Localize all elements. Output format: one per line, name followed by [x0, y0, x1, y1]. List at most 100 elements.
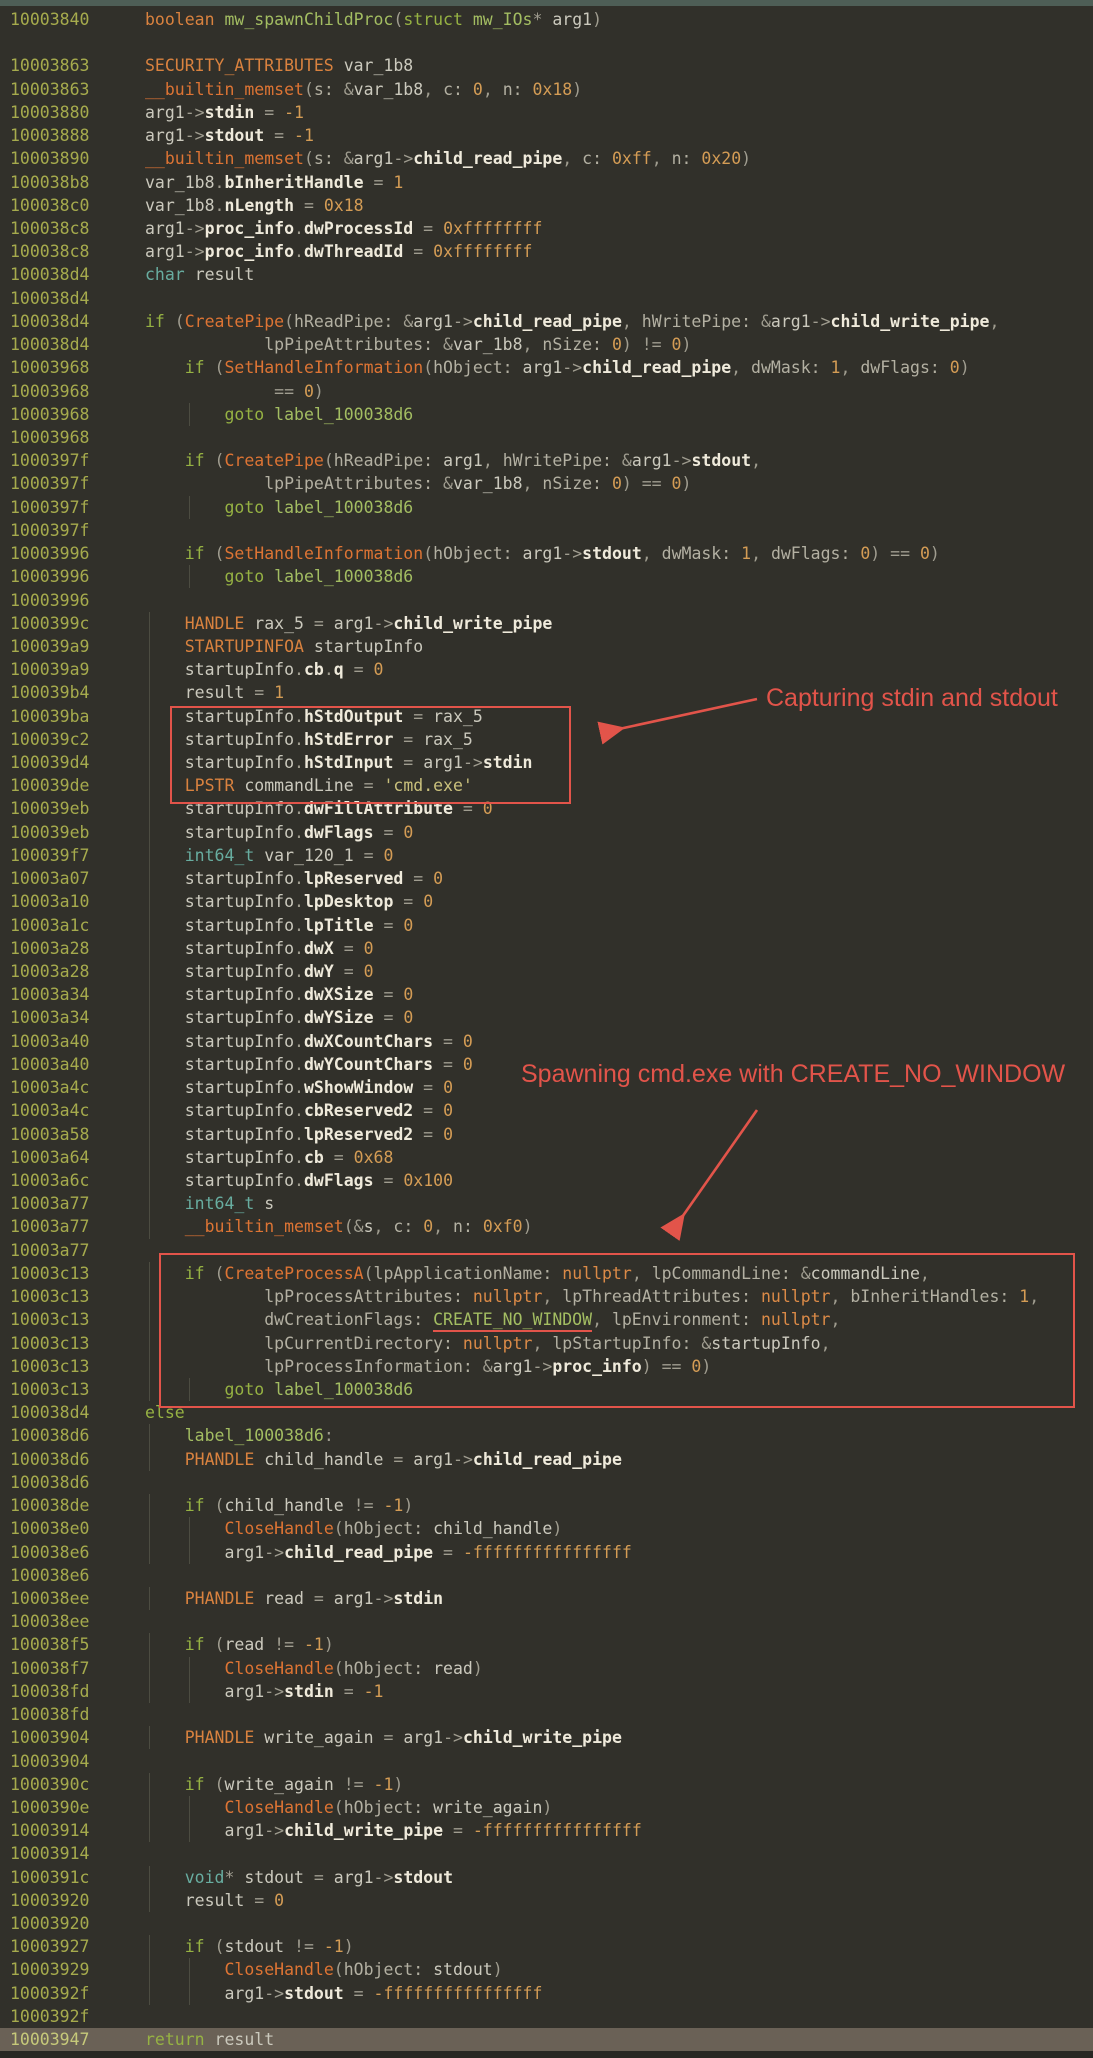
code-text: goto label_100038d6	[145, 403, 413, 426]
code-line[interactable]: 10003920	[0, 1912, 1093, 1935]
code-text: result = 1	[145, 681, 284, 704]
code-line[interactable]: 100038fd arg1->stdin = -1	[0, 1680, 1093, 1703]
code-line[interactable]: 10003863SECURITY_ATTRIBUTES var_1b8	[0, 54, 1093, 77]
code-line[interactable]: 100038e6	[0, 1564, 1093, 1587]
code-text: arg1->child_write_pipe = -ffffffffffffff…	[145, 1819, 642, 1842]
address-label: 10003914	[10, 1842, 89, 1865]
address-label: 100039c2	[10, 728, 89, 751]
code-line[interactable]: 10003904 PHANDLE write_again = arg1->chi…	[0, 1726, 1093, 1749]
code-line[interactable]: 1000391c void* stdout = arg1->stdout	[0, 1866, 1093, 1889]
address-label: 10003a6c	[10, 1169, 89, 1192]
code-line[interactable]: 10003a34 startupInfo.dwYSize = 0	[0, 1006, 1093, 1029]
address-label: 10003888	[10, 124, 89, 147]
code-line[interactable]: 1000397f if (CreatePipe(hReadPipe: arg1,…	[0, 449, 1093, 472]
code-line[interactable]: 100038d4char result	[0, 263, 1093, 286]
code-text: CloseHandle(hObject: child_handle)	[145, 1517, 562, 1540]
code-line[interactable]: 10003a10 startupInfo.lpDesktop = 0	[0, 890, 1093, 913]
code-line[interactable]: 1000390c if (write_again != -1)	[0, 1773, 1093, 1796]
code-line[interactable]: 100038d6 PHANDLE child_handle = arg1->ch…	[0, 1448, 1093, 1471]
code-line[interactable]: 10003a6c startupInfo.dwFlags = 0x100	[0, 1169, 1093, 1192]
code-line[interactable]: 100038ee PHANDLE read = arg1->stdin	[0, 1587, 1093, 1610]
address-label: 10003c13	[10, 1355, 89, 1378]
address-label: 100038d6	[10, 1424, 89, 1447]
code-line[interactable]: 10003a4c startupInfo.cbReserved2 = 0	[0, 1099, 1093, 1122]
code-line[interactable]: 1000397f	[0, 519, 1093, 542]
code-line[interactable]: 10003929 CloseHandle(hObject: stdout)	[0, 1958, 1093, 1981]
code-line[interactable]: 100039a9 startupInfo.cb.q = 0	[0, 658, 1093, 681]
code-line[interactable]: 10003996 if (SetHandleInformation(hObjec…	[0, 542, 1093, 565]
code-line[interactable]: 1000397f goto label_100038d6	[0, 496, 1093, 519]
code-line[interactable]: 1000392f	[0, 2005, 1093, 2028]
code-line[interactable]: 100038d6 label_100038d6:	[0, 1424, 1093, 1447]
code-line[interactable]: 10003863__builtin_memset(s: &var_1b8, c:…	[0, 78, 1093, 101]
code-text: return result	[145, 2028, 274, 2051]
code-line[interactable]: 100038d6	[0, 1471, 1093, 1494]
code-line[interactable]: 10003904	[0, 1750, 1093, 1773]
code-line[interactable]: 10003840boolean mw_spawnChildProc(struct…	[0, 8, 1093, 31]
code-line[interactable]: 10003968 goto label_100038d6	[0, 403, 1093, 426]
code-line[interactable]: 10003996	[0, 589, 1093, 612]
address-label: 10003904	[10, 1726, 89, 1749]
address-label: 10003863	[10, 78, 89, 101]
code-line[interactable]: 10003a07 startupInfo.lpReserved = 0	[0, 867, 1093, 890]
code-line[interactable]: 100038f5 if (read != -1)	[0, 1633, 1093, 1656]
code-line[interactable]: 100038c8arg1->proc_info.dwProcessId = 0x…	[0, 217, 1093, 240]
code-line[interactable]: 10003880arg1->stdin = -1	[0, 101, 1093, 124]
code-text: startupInfo.dwYCountChars = 0	[145, 1053, 473, 1076]
code-line[interactable]: 100038c8arg1->proc_info.dwThreadId = 0xf…	[0, 240, 1093, 263]
code-line[interactable]: 10003a58 startupInfo.lpReserved2 = 0	[0, 1123, 1093, 1146]
code-line[interactable]: 10003968 == 0)	[0, 380, 1093, 403]
code-line[interactable]: 10003968	[0, 426, 1093, 449]
code-line[interactable]: 10003a77 int64_t s	[0, 1192, 1093, 1215]
code-line[interactable]: 10003a40 startupInfo.dwXCountChars = 0	[0, 1030, 1093, 1053]
code-line[interactable]: 10003968 if (SetHandleInformation(hObjec…	[0, 356, 1093, 379]
annotation-text-capturing-stdio: Capturing stdin and stdout	[766, 684, 1058, 713]
code-text: var_1b8.nLength = 0x18	[145, 194, 364, 217]
code-line[interactable]: 1000392f arg1->stdout = -fffffffffffffff…	[0, 1982, 1093, 2005]
code-text: if (CreatePipe(hReadPipe: arg1, hWritePi…	[145, 449, 761, 472]
address-label: 10003947	[10, 2028, 89, 2051]
decompiler-view: 10003840boolean mw_spawnChildProc(struct…	[0, 0, 1093, 2058]
code-text: lpPipeAttributes: &var_1b8, nSize: 0) !=…	[145, 333, 691, 356]
code-line[interactable]: 100038fd	[0, 1703, 1093, 1726]
code-line[interactable]: 100038d4if (CreatePipe(hReadPipe: &arg1-…	[0, 310, 1093, 333]
code-line[interactable]: 10003996 goto label_100038d6	[0, 565, 1093, 588]
code-line[interactable]: 100039a9 STARTUPINFOA startupInfo	[0, 635, 1093, 658]
code-line[interactable]: 10003a64 startupInfo.cb = 0x68	[0, 1146, 1093, 1169]
code-line[interactable]: 100038c0var_1b8.nLength = 0x18	[0, 194, 1093, 217]
code-line[interactable]: 10003927 if (stdout != -1)	[0, 1935, 1093, 1958]
code-line[interactable]: 10003a77 __builtin_memset(&s, c: 0, n: 0…	[0, 1215, 1093, 1238]
code-line[interactable]: 100038e6 arg1->child_read_pipe = -ffffff…	[0, 1541, 1093, 1564]
code-line[interactable]: 1000390e CloseHandle(hObject: write_agai…	[0, 1796, 1093, 1819]
code-line[interactable]: 100038b8var_1b8.bInheritHandle = 1	[0, 171, 1093, 194]
code-line[interactable]: 100039eb startupInfo.dwFlags = 0	[0, 821, 1093, 844]
code-line[interactable]: 10003a28 startupInfo.dwX = 0	[0, 937, 1093, 960]
address-label: 10003863	[10, 54, 89, 77]
code-line[interactable]: 100038ee	[0, 1610, 1093, 1633]
address-label: 100038de	[10, 1494, 89, 1517]
address-label: 100038b8	[10, 171, 89, 194]
code-line[interactable]: 100038de if (child_handle != -1)	[0, 1494, 1093, 1517]
code-text: int64_t s	[145, 1192, 274, 1215]
code-line[interactable]: 100038f7 CloseHandle(hObject: read)	[0, 1657, 1093, 1680]
code-line[interactable]: 10003947 return result	[0, 2028, 1093, 2051]
code-line[interactable]: 100039f7 int64_t var_120_1 = 0	[0, 844, 1093, 867]
code-line[interactable]: 1000397f lpPipeAttributes: &var_1b8, nSi…	[0, 472, 1093, 495]
code-line[interactable]: 100038d4 lpPipeAttributes: &var_1b8, nSi…	[0, 333, 1093, 356]
code-line[interactable]: 10003914 arg1->child_write_pipe = -fffff…	[0, 1819, 1093, 1842]
code-line[interactable]: 1000399c HANDLE rax_5 = arg1->child_writ…	[0, 612, 1093, 635]
address-label: 10003a34	[10, 983, 89, 1006]
code-line[interactable]: 10003a28 startupInfo.dwY = 0	[0, 960, 1093, 983]
address-label: 100038d4	[10, 333, 89, 356]
code-line[interactable]: 10003920 result = 0	[0, 1889, 1093, 1912]
code-text: if (child_handle != -1)	[145, 1494, 413, 1517]
code-line[interactable]	[0, 31, 1093, 54]
code-listing[interactable]: 10003840boolean mw_spawnChildProc(struct…	[0, 0, 1093, 2058]
code-line[interactable]: 10003914	[0, 1842, 1093, 1865]
code-line[interactable]: 10003a34 startupInfo.dwXSize = 0	[0, 983, 1093, 1006]
code-line[interactable]: 10003890__builtin_memset(s: &arg1->child…	[0, 147, 1093, 170]
code-line[interactable]: 100038d4	[0, 287, 1093, 310]
code-line[interactable]: 10003888arg1->stdout = -1	[0, 124, 1093, 147]
code-line[interactable]: 10003a1c startupInfo.lpTitle = 0	[0, 914, 1093, 937]
code-line[interactable]: 100038e0 CloseHandle(hObject: child_hand…	[0, 1517, 1093, 1540]
